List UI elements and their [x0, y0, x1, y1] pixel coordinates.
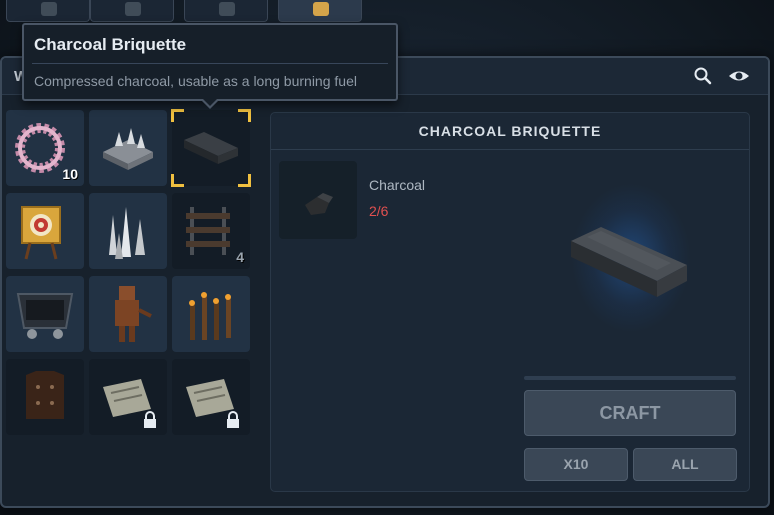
recipe-slot-training-dummy[interactable] — [89, 276, 167, 352]
craft-progress-bar — [524, 376, 736, 380]
craft-all-button[interactable]: ALL — [633, 448, 737, 481]
item-count: 4 — [236, 249, 244, 265]
item-count: 10 — [62, 166, 78, 182]
silver-spikes-icon — [109, 207, 145, 259]
selection-corner — [238, 109, 251, 122]
archery-target-icon — [21, 206, 61, 260]
tooltip-description: Compressed charcoal, usable as a long bu… — [34, 73, 357, 89]
recipe-slot-wreath[interactable]: 10 — [6, 110, 84, 186]
training-dummy-icon — [115, 286, 152, 342]
search-icon[interactable] — [692, 66, 714, 86]
frame-icon — [219, 2, 235, 16]
tab-utility[interactable] — [278, 0, 362, 22]
recipe-slot-scroll-locked-1[interactable] — [89, 359, 167, 435]
selection-corner — [171, 109, 184, 122]
ingredient-count: 2/6 — [369, 203, 389, 219]
tab-tools[interactable] — [6, 0, 90, 22]
recipe-slot-spike-trap[interactable] — [89, 110, 167, 186]
recipe-slot-rail-track[interactable]: 4 — [172, 193, 250, 269]
recipe-slot-leather-armor[interactable] — [6, 359, 84, 435]
recipe-slot-wooden-stakes[interactable] — [172, 276, 250, 352]
recipe-slot-minecart[interactable] — [6, 276, 84, 352]
charcoal-briquette-preview — [571, 227, 687, 297]
recipe-slot-scroll-locked-2[interactable] — [172, 359, 250, 435]
leather-armor-icon — [26, 371, 64, 419]
sickle-icon — [125, 2, 141, 16]
recipe-slot-charcoal-briquette[interactable] — [171, 109, 251, 187]
recipe-detail-panel: CHARCOAL BRIQUETTE Charcoal 2/6 CRAFT X1… — [270, 112, 750, 492]
ingredient-slot[interactable] — [279, 161, 357, 239]
minecart-icon — [16, 293, 74, 339]
tooltip-arrow — [200, 98, 220, 109]
tooltip-divider — [32, 63, 388, 64]
selection-corner — [171, 174, 184, 187]
hammer-icon — [41, 2, 57, 16]
lock-icon — [144, 411, 156, 428]
tooltip-title: Charcoal Briquette — [34, 35, 187, 54]
target-icon — [313, 2, 329, 16]
ingredient-name: Charcoal — [369, 177, 426, 193]
eye-icon[interactable] — [728, 66, 750, 86]
tab-farming[interactable] — [90, 0, 174, 22]
spike-trap-icon — [103, 128, 153, 170]
divider — [271, 149, 749, 150]
item-tooltip: Charcoal Briquette Compressed charcoal, … — [22, 23, 398, 109]
wooden-stakes-icon — [189, 292, 231, 340]
tab-decor[interactable] — [184, 0, 268, 22]
craft-x10-button[interactable]: X10 — [524, 448, 628, 481]
selection-corner — [238, 174, 251, 187]
charcoal-icon — [305, 193, 333, 215]
recipe-title: CHARCOAL BRIQUETTE — [418, 123, 602, 139]
category-tab-bar — [0, 0, 380, 22]
recipe-slot-silver-spikes[interactable] — [89, 193, 167, 269]
craft-button[interactable]: CRAFT — [524, 390, 736, 436]
recipe-slot-archery-target[interactable] — [6, 193, 84, 269]
lock-icon — [227, 411, 239, 428]
